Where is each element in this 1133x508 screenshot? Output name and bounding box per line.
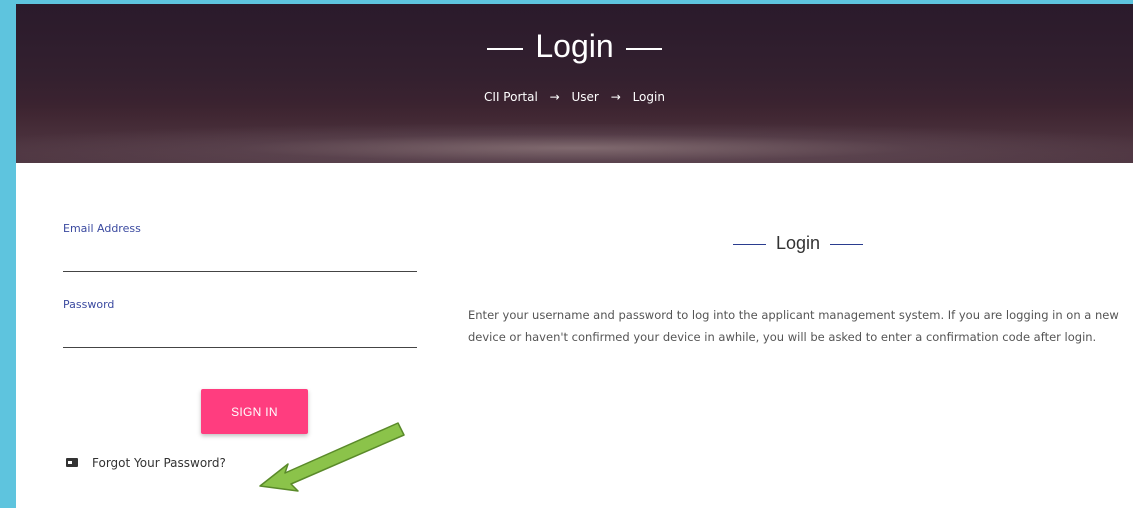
password-field[interactable] [63,317,417,348]
title-dash-right [625,47,662,50]
info-dash-right [830,243,864,245]
hero-light-streak [16,124,1133,163]
info-dash-left [732,243,766,245]
breadcrumb: CII Portal → User → Login [16,90,1133,104]
breadcrumb-current: Login [632,90,665,104]
email-field[interactable] [63,241,417,272]
info-description: Enter your username and password to log … [468,308,1119,344]
info-title: Login [468,233,1128,254]
breadcrumb-separator: → [549,90,560,104]
page-title: Login [16,28,1133,65]
page-title-text: Login [535,28,614,64]
id-card-icon [66,458,78,467]
forgot-password-link[interactable]: Forgot Your Password? [66,456,226,470]
breadcrumb-user[interactable]: User [572,90,599,104]
info-title-text: Login [775,233,821,253]
hero-banner: Login CII Portal → User → Login [16,4,1133,163]
password-label: Password [63,298,115,311]
breadcrumb-separator: → [610,90,621,104]
forgot-password-label[interactable]: Forgot Your Password? [92,456,226,470]
green-arrow-icon [259,422,405,492]
title-dash-left [487,47,524,50]
email-label: Email Address [63,222,141,235]
breadcrumb-portal[interactable]: CII Portal [484,90,538,104]
page-frame: Login CII Portal → User → Login Email Ad… [16,4,1133,508]
login-form: Email Address Password SIGN IN [63,222,417,434]
